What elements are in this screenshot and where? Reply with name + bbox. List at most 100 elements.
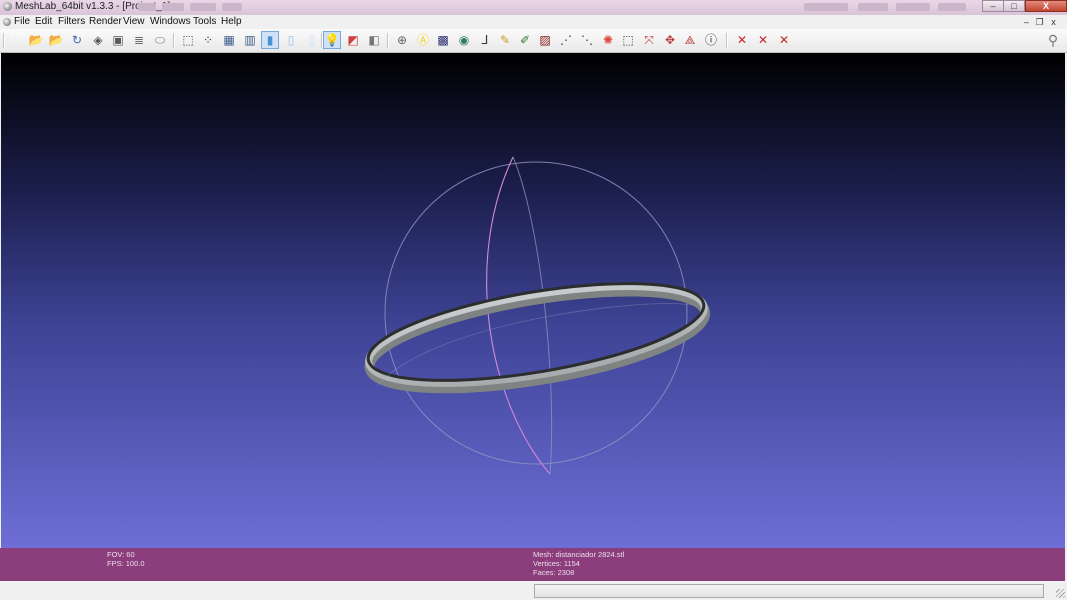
delete-vertices-icon: ✕ <box>757 33 769 47</box>
blurred-tab <box>938 3 966 11</box>
paint-button[interactable]: ✎ <box>497 32 513 48</box>
open-mesh-button[interactable]: 📂 <box>48 32 64 48</box>
vertex-count-label: Vertices: 1154 <box>533 559 580 568</box>
window-close-button[interactable]: X <box>1025 0 1067 12</box>
3d-viewport[interactable] <box>1 53 1065 548</box>
flat-icon: ▯ <box>287 33 295 47</box>
menu-render[interactable]: Render <box>89 16 122 27</box>
snapshot-icon: ▣ <box>112 33 124 47</box>
face-count-label: Faces: 2308 <box>533 568 575 577</box>
menu-windows[interactable]: Windows <box>150 16 191 27</box>
trackball-sphere-outline <box>384 161 688 465</box>
axis-button[interactable]: ⅃ <box>477 32 493 48</box>
menu-file[interactable]: File <box>14 16 30 27</box>
globe-icon: ◉ <box>458 33 470 47</box>
box-button[interactable]: ⬭ <box>152 32 168 48</box>
info-icon: ⓘ <box>704 33 717 47</box>
blurred-tab <box>162 3 184 11</box>
mesh-name-label: Mesh: distanciador 2824.stl <box>533 550 625 559</box>
mesh-ring-object <box>364 282 711 394</box>
select-region-button[interactable]: ⬚ <box>620 32 636 48</box>
wireframe-icon: ▦ <box>223 33 235 47</box>
brush-button[interactable]: ✐ <box>517 32 533 48</box>
main-toolbar: 🗋 📂 📂 ↻ ◈ ▣ ≣ ⬭ ⬚ ⁘ ▦ ▥ ▮ ▯ ▯ 💡 ◩ ◧ ⊕ Ⓐ … <box>0 29 1067 53</box>
blurred-tab <box>138 3 156 11</box>
select-region-icon: ⬚ <box>622 33 634 47</box>
toolbar-grip <box>3 33 5 48</box>
resize-grip-icon[interactable] <box>1056 589 1065 598</box>
color-select-icon: ✺ <box>602 33 614 47</box>
select-vertices-icon: ⋰ <box>560 33 572 47</box>
layer-dialog-button[interactable]: ▩ <box>435 32 451 48</box>
back-face-button[interactable]: ◧ <box>366 32 382 48</box>
fov-label: FOV: 60 <box>107 550 135 559</box>
menu-edit[interactable]: Edit <box>35 16 52 27</box>
window-minimize-button[interactable]: – <box>982 0 1004 12</box>
blurred-tab <box>222 3 242 11</box>
open-project-button[interactable]: 📂 <box>28 32 44 48</box>
delete-faces-button[interactable]: ✕ <box>734 32 750 48</box>
reload-icon: ↻ <box>71 33 83 47</box>
brush-icon: ✐ <box>519 33 531 47</box>
reload-button[interactable]: ↻ <box>69 32 85 48</box>
toolbar-separator <box>173 33 175 48</box>
menu-tools[interactable]: Tools <box>193 16 216 27</box>
smooth-button[interactable]: ▯ <box>304 32 320 48</box>
select-faces-icon: ⊕ <box>396 33 408 47</box>
title-bar: MeshLab_64bit v1.3.3 - [Project_1] – □ X <box>0 0 1067 16</box>
select-faces-button[interactable]: ⊕ <box>394 32 410 48</box>
align-icon: ⤧ <box>644 33 654 47</box>
new-project-button[interactable]: 🗋 <box>8 32 24 48</box>
menu-bar: File Edit Filters Render View Windows To… <box>0 15 1067 29</box>
delete-selection-button[interactable]: ✕ <box>776 32 792 48</box>
delete-selection-icon: ✕ <box>778 33 790 47</box>
wireframe-button[interactable]: ▦ <box>221 32 237 48</box>
texture-paint-icon: ▨ <box>539 33 551 47</box>
flat-lines-button[interactable]: ▮ <box>261 31 279 49</box>
window-maximize-button[interactable]: □ <box>1003 0 1025 12</box>
menu-filters[interactable]: Filters <box>58 16 85 27</box>
fancy-lighting-button[interactable]: ◩ <box>345 32 361 48</box>
light-button[interactable]: 💡 <box>323 31 341 49</box>
flat-button[interactable]: ▯ <box>283 32 299 48</box>
select-vertices-button[interactable]: ⋰ <box>558 32 574 48</box>
fps-label: FPS: 100.0 <box>107 559 145 568</box>
measure-button[interactable]: ⟁ <box>682 32 698 48</box>
points-button[interactable]: ⁘ <box>200 32 216 48</box>
color-select-button[interactable]: ✺ <box>600 32 616 48</box>
manipulator-button[interactable]: ✥ <box>662 32 678 48</box>
child-minimize-button[interactable]: – <box>1021 17 1032 27</box>
hidden-lines-icon: ▥ <box>244 33 256 47</box>
axis-icon: ⅃ <box>481 33 489 47</box>
child-close-button[interactable]: x <box>1048 17 1059 27</box>
select-connected-button[interactable]: ⋱ <box>579 32 595 48</box>
bounding-box-button[interactable]: ⬚ <box>180 32 196 48</box>
texture-paint-button[interactable]: ▨ <box>537 32 553 48</box>
save-button[interactable]: ◈ <box>90 32 106 48</box>
smooth-icon: ▯ <box>308 33 316 47</box>
blurred-tab <box>804 3 848 11</box>
box-icon: ⬭ <box>154 33 166 47</box>
info-button[interactable]: ⓘ <box>703 32 719 48</box>
snapshot-button[interactable]: ▣ <box>110 32 126 48</box>
layers-button[interactable]: ≣ <box>131 32 147 48</box>
blurred-tab <box>896 3 930 11</box>
toolbar-separator <box>387 33 389 48</box>
search-glyph: ⚲ <box>1047 32 1059 48</box>
select-connected-icon: ⋱ <box>581 33 593 47</box>
layer-dialog-icon: ▩ <box>437 33 449 47</box>
hidden-lines-button[interactable]: ▥ <box>242 32 258 48</box>
document-icon[interactable] <box>3 18 11 26</box>
fancy-lighting-icon: ◩ <box>347 33 359 47</box>
child-restore-button[interactable]: ❐ <box>1034 17 1045 27</box>
align-button[interactable]: ⤧ <box>641 32 657 48</box>
menu-view[interactable]: View <box>123 16 145 27</box>
manipulator-icon: ✥ <box>664 33 676 47</box>
globe-button[interactable]: ◉ <box>456 32 472 48</box>
menu-help[interactable]: Help <box>221 16 242 27</box>
search-icon[interactable]: ⚲ <box>1045 32 1061 48</box>
annotate-button[interactable]: Ⓐ <box>415 32 431 48</box>
delete-vertices-button[interactable]: ✕ <box>755 32 771 48</box>
save-icon: ◈ <box>93 33 103 47</box>
layers-icon: ≣ <box>133 33 145 47</box>
